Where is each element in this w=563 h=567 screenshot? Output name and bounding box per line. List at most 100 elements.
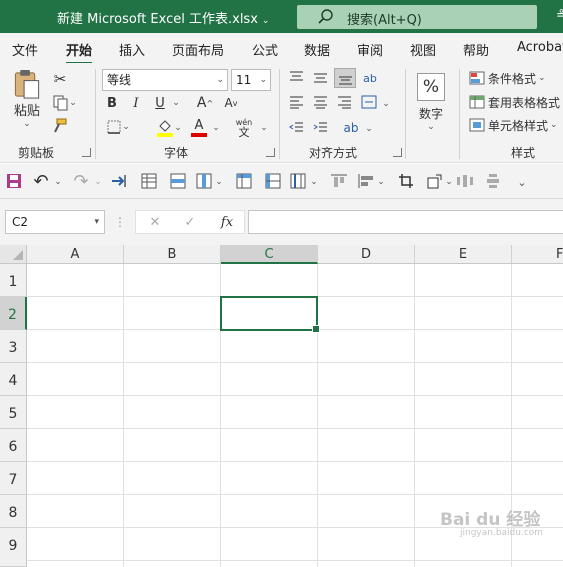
- insert-dropdown-icon[interactable]: ⌄: [214, 172, 224, 192]
- paste-button[interactable]: 粘贴 ⌄: [10, 69, 44, 129]
- format-as-table-button[interactable]: 套用表格格式: [469, 93, 563, 111]
- text-direction-dropdown-icon[interactable]: ⌄: [363, 120, 375, 138]
- align-left-objects-icon[interactable]: [357, 173, 375, 189]
- freeze-panes-icon[interactable]: [290, 173, 306, 189]
- delete-row-icon[interactable]: [265, 173, 281, 189]
- insert-cells-icon[interactable]: [110, 173, 128, 189]
- underline-dropdown-icon[interactable]: ⌄: [170, 94, 182, 112]
- formula-input[interactable]: [248, 210, 563, 234]
- shape-dropdown-icon[interactable]: ⌄: [444, 172, 454, 192]
- font-name-select[interactable]: 等线 ⌄: [102, 69, 228, 91]
- column-header-b[interactable]: B: [124, 245, 221, 264]
- format-painter-button[interactable]: [50, 117, 68, 135]
- align-center-icon[interactable]: [313, 96, 328, 109]
- phonetic-button[interactable]: wén 文: [232, 117, 256, 139]
- tab-help[interactable]: 帮助: [463, 40, 489, 59]
- fill-color-dropdown-icon[interactable]: ⌄: [172, 119, 184, 137]
- cut-icon[interactable]: ✂: [52, 70, 68, 88]
- middle-align-icon[interactable]: [313, 71, 328, 84]
- increase-indent-icon[interactable]: [313, 121, 328, 134]
- orientation-icon[interactable]: ab: [360, 69, 380, 87]
- tab-home[interactable]: 开始: [66, 40, 93, 65]
- borders-button[interactable]: ⌄: [102, 117, 134, 137]
- conditional-formatting-button[interactable]: 条件格式 ⌄: [469, 69, 553, 87]
- align-top-objects-icon[interactable]: [330, 173, 348, 189]
- tab-review[interactable]: 审阅: [357, 40, 383, 59]
- column-header-d[interactable]: D: [318, 245, 415, 264]
- row-header-4[interactable]: 4: [0, 363, 27, 396]
- search-box[interactable]: 搜索(Alt+Q): [297, 5, 537, 29]
- tab-file[interactable]: 文件: [12, 40, 38, 59]
- top-align-icon[interactable]: [289, 71, 304, 84]
- row-header-7[interactable]: 7: [0, 462, 27, 495]
- bottom-align-button[interactable]: [334, 68, 356, 88]
- name-box[interactable]: C2 ▾: [5, 210, 105, 234]
- row-header-1[interactable]: 1: [0, 264, 27, 297]
- user-icon[interactable]: ≗: [556, 8, 563, 23]
- cell-styles-button[interactable]: 单元格样式 ⌄: [469, 116, 559, 134]
- font-launcher-icon[interactable]: [266, 148, 275, 157]
- tab-data[interactable]: 数据: [304, 40, 330, 59]
- align-right-icon[interactable]: [337, 96, 352, 109]
- align-objects-dropdown-icon[interactable]: ⌄: [376, 172, 386, 192]
- insert-function-icon[interactable]: fx: [216, 213, 238, 231]
- save-icon[interactable]: [6, 173, 22, 189]
- column-header-f[interactable]: F: [512, 245, 563, 264]
- formula-bar-grip-icon[interactable]: ⋮: [114, 213, 126, 231]
- phonetic-dropdown-icon[interactable]: ⌄: [258, 119, 270, 137]
- redo-icon[interactable]: ↷: [72, 171, 90, 192]
- select-all-button[interactable]: [0, 245, 27, 264]
- row-header-3[interactable]: 3: [0, 330, 27, 363]
- row-header-9[interactable]: 9: [0, 528, 27, 567]
- active-cell-c2[interactable]: [220, 296, 320, 333]
- distribute-vertical-icon[interactable]: [485, 173, 501, 189]
- customize-toolbar-icon[interactable]: ⌄: [516, 172, 528, 192]
- distribute-horizontal-icon[interactable]: [456, 173, 474, 189]
- number-format-button[interactable]: % 数字 ⌄: [414, 67, 448, 137]
- text-direction-icon[interactable]: ab: [342, 119, 360, 137]
- shrink-font-button[interactable]: Av: [222, 94, 240, 112]
- column-header-e[interactable]: E: [415, 245, 512, 264]
- column-header-a[interactable]: A: [27, 245, 124, 264]
- freeze-dropdown-icon[interactable]: ⌄: [309, 172, 319, 192]
- title-dropdown-icon[interactable]: ⌄: [262, 16, 270, 26]
- clipboard-launcher-icon[interactable]: [82, 148, 91, 157]
- shape-icon[interactable]: [427, 173, 443, 189]
- insert-row-icon[interactable]: [170, 173, 186, 189]
- font-color-button[interactable]: A: [189, 117, 209, 139]
- row-header-5[interactable]: 5: [0, 396, 27, 429]
- tab-page-layout[interactable]: 页面布局: [172, 40, 224, 59]
- underline-button[interactable]: U: [152, 94, 168, 112]
- alignment-launcher-icon[interactable]: [393, 148, 402, 157]
- column-header-c[interactable]: C: [221, 245, 318, 264]
- delete-cells-icon[interactable]: [236, 173, 252, 189]
- merge-dropdown-icon[interactable]: ⌄: [380, 95, 392, 113]
- font-color-dropdown-icon[interactable]: ⌄: [210, 119, 222, 137]
- table-grid-icon[interactable]: [141, 173, 157, 189]
- window-title[interactable]: 新建 Microsoft Excel 工作表.xlsx ⌄: [57, 8, 269, 27]
- tab-acrobat[interactable]: Acrobat: [517, 40, 563, 55]
- insert-column-icon[interactable]: [196, 173, 212, 189]
- merge-center-icon[interactable]: [361, 95, 377, 109]
- enter-icon[interactable]: ✓: [181, 213, 199, 231]
- redo-dropdown-icon[interactable]: ⌄: [93, 172, 103, 192]
- decrease-indent-icon[interactable]: [289, 121, 304, 134]
- cancel-entry-icon[interactable]: ✕: [146, 213, 164, 231]
- tab-insert[interactable]: 插入: [119, 40, 145, 59]
- tab-formulas[interactable]: 公式: [252, 40, 278, 59]
- paste-dropdown-icon[interactable]: ⌄: [23, 119, 31, 129]
- undo-dropdown-icon[interactable]: ⌄: [53, 172, 63, 192]
- grow-font-button[interactable]: A ^: [196, 94, 214, 112]
- undo-icon[interactable]: ↶: [32, 171, 50, 192]
- italic-button[interactable]: I: [128, 94, 144, 112]
- row-header-8[interactable]: 8: [0, 495, 27, 528]
- font-size-select[interactable]: 11 ⌄: [231, 69, 271, 91]
- align-left-icon[interactable]: [289, 96, 304, 109]
- copy-dropdown-icon[interactable]: ⌄: [69, 98, 77, 108]
- bold-button[interactable]: B: [104, 94, 120, 112]
- row-header-2[interactable]: 2: [0, 297, 27, 330]
- crop-icon[interactable]: [398, 173, 414, 189]
- copy-button[interactable]: ⌄: [50, 94, 80, 112]
- row-header-6[interactable]: 6: [0, 429, 27, 462]
- tab-view[interactable]: 视图: [410, 40, 436, 59]
